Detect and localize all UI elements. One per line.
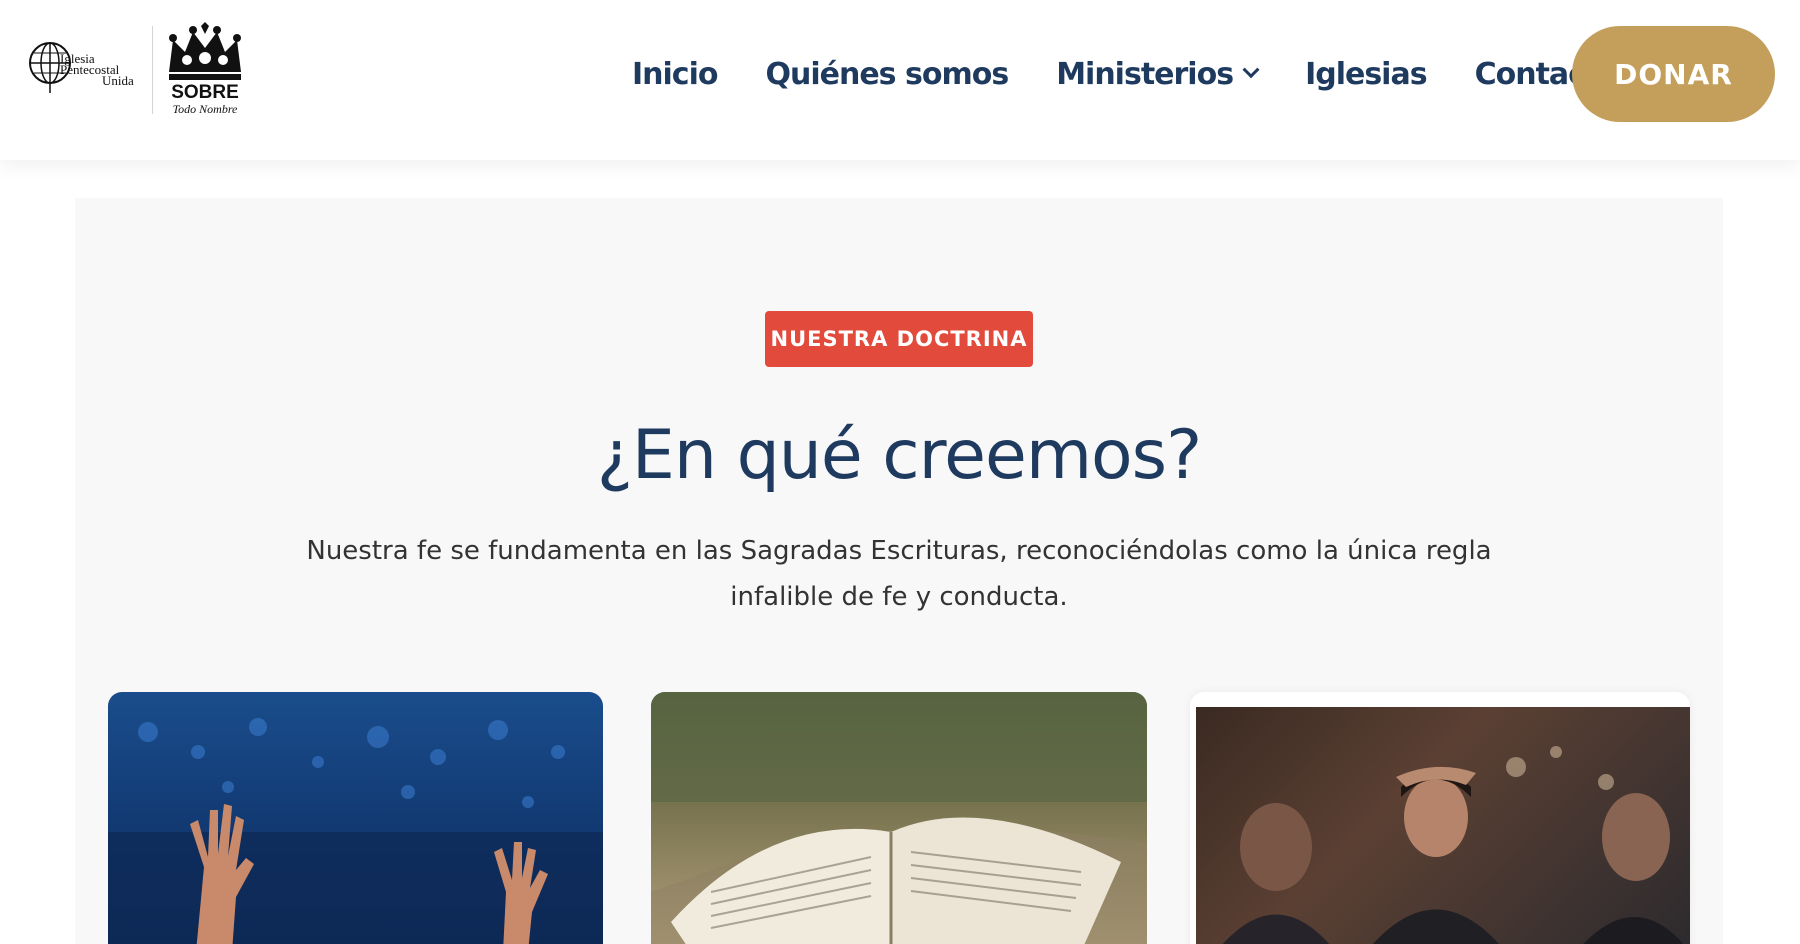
nav-label: Ministerios [1056, 56, 1234, 92]
logo-group[interactable]: Iglesia Pentecostal Unida SOBRE Todo Nom… [26, 22, 245, 118]
crown-icon [169, 22, 241, 80]
ipu-logo[interactable]: Iglesia Pentecostal Unida [26, 33, 138, 107]
worship-hands-image [108, 718, 603, 944]
section-title: ¿En qué creemos? [596, 416, 1202, 495]
sobre-tagline: Todo Nombre [172, 102, 238, 116]
main-nav: Inicio Quiénes somos Ministerios Iglesia… [632, 50, 1619, 98]
nav-item-inicio[interactable]: Inicio [632, 56, 718, 92]
site-header: Iglesia Pentecostal Unida SOBRE Todo Nom… [0, 0, 1800, 160]
sobre-word: SOBRE [171, 82, 239, 103]
nav-item-iglesias[interactable]: Iglesias [1305, 56, 1428, 92]
nav-label: Inicio [632, 56, 718, 92]
prayer-group-image [1222, 746, 1684, 944]
section-subtitle: Nuestra fe se fundamenta en las Sagradas… [306, 536, 1492, 612]
doctrine-card-image-bible[interactable] [651, 692, 1147, 944]
nav-label: Iglesias [1305, 56, 1428, 92]
nav-item-ministerios[interactable]: Ministerios [1056, 56, 1260, 92]
open-bible-image [651, 692, 1147, 944]
doctrine-card-image-prayer[interactable] [1196, 707, 1690, 944]
nav-label: Quiénes somos [765, 56, 1009, 92]
doctrine-card-image-worship[interactable] [108, 692, 603, 944]
nav-item-quienes-somos[interactable]: Quiénes somos [765, 56, 1009, 92]
section-badge: NUESTRA DOCTRINA [765, 311, 1033, 367]
donate-button[interactable]: DONAR [1572, 26, 1775, 122]
ipu-logo-text: Iglesia Pentecostal Unida [60, 52, 134, 87]
sobre-logo[interactable]: SOBRE Todo Nombre [165, 22, 245, 118]
chevron-down-icon [1242, 61, 1260, 79]
logo-divider [152, 26, 153, 114]
